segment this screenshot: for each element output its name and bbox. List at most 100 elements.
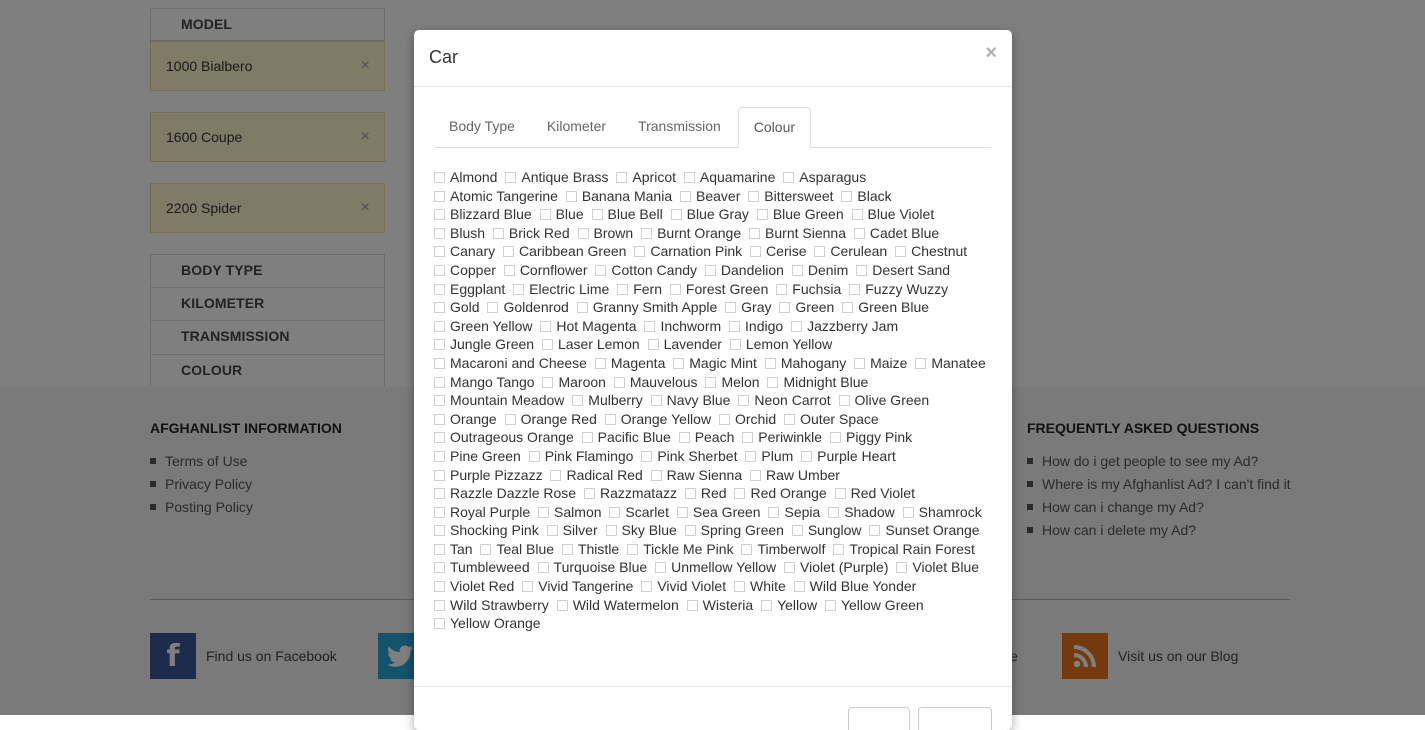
colour-checkbox[interactable]: [503, 264, 515, 276]
colour-option[interactable]: Scarlet: [609, 504, 673, 520]
colour-option[interactable]: Green Blue: [842, 299, 933, 315]
colour-option[interactable]: Radical Red: [550, 467, 646, 483]
colour-option[interactable]: Magenta: [594, 355, 669, 371]
colour-checkbox[interactable]: [434, 283, 445, 295]
colour-checkbox[interactable]: [838, 395, 850, 407]
colour-option[interactable]: Antique Brass: [505, 169, 612, 185]
colour-option[interactable]: Brick Red: [492, 225, 574, 241]
colour-checkbox[interactable]: [647, 339, 659, 351]
colour-checkbox[interactable]: [605, 525, 617, 537]
colour-checkbox[interactable]: [676, 506, 688, 518]
colour-option[interactable]: Timberwolf: [741, 541, 829, 557]
colour-checkbox[interactable]: [434, 618, 445, 630]
colour-option[interactable]: Fuzzy Wuzzy: [849, 281, 952, 297]
colour-checkbox[interactable]: [791, 320, 803, 332]
colour-checkbox[interactable]: [538, 506, 550, 518]
colour-checkbox[interactable]: [725, 302, 737, 314]
colour-checkbox[interactable]: [673, 357, 685, 369]
colour-checkbox[interactable]: [779, 302, 791, 314]
colour-option[interactable]: Plum: [745, 448, 797, 464]
colour-option[interactable]: Apricot: [616, 169, 680, 185]
colour-option[interactable]: Jazzberry Jam: [791, 318, 902, 334]
colour-checkbox[interactable]: [513, 283, 525, 295]
close-icon[interactable]: ×: [985, 42, 997, 65]
colour-option[interactable]: Sunset Orange: [869, 522, 983, 538]
colour-option[interactable]: Tumbleweed: [434, 559, 534, 575]
colour-checkbox[interactable]: [576, 302, 588, 314]
colour-checkbox[interactable]: [853, 227, 865, 239]
colour-option[interactable]: Eggplant: [434, 281, 509, 297]
colour-option[interactable]: Blue: [539, 206, 588, 222]
colour-checkbox[interactable]: [594, 357, 606, 369]
colour-option[interactable]: Blue Violet: [851, 206, 939, 222]
colour-checkbox[interactable]: [434, 543, 445, 555]
colour-option[interactable]: Copper: [434, 262, 500, 278]
colour-checkbox[interactable]: [434, 172, 445, 183]
colour-checkbox[interactable]: [634, 246, 646, 258]
colour-option[interactable]: Macaroni and Cheese: [434, 355, 591, 371]
colour-option[interactable]: Mountain Meadow: [434, 392, 568, 408]
colour-option[interactable]: Pink Flamingo: [528, 448, 638, 464]
colour-checkbox[interactable]: [577, 227, 589, 239]
colour-checkbox[interactable]: [833, 543, 845, 555]
colour-option[interactable]: Manatee: [915, 355, 989, 371]
colour-option[interactable]: Navy Blue: [650, 392, 735, 408]
colour-option[interactable]: Mauvelous: [613, 374, 702, 390]
colour-checkbox[interactable]: [684, 525, 696, 537]
colour-checkbox[interactable]: [541, 339, 553, 351]
colour-option[interactable]: Neon Carrot: [738, 392, 834, 408]
colour-checkbox[interactable]: [745, 450, 757, 462]
colour-checkbox[interactable]: [761, 599, 773, 611]
colour-option[interactable]: Pine Green: [434, 448, 525, 464]
colour-option[interactable]: Brown: [577, 225, 638, 241]
colour-checkbox[interactable]: [528, 450, 540, 462]
colour-checkbox[interactable]: [829, 432, 841, 444]
colour-checkbox[interactable]: [793, 581, 805, 593]
colour-option[interactable]: Sea Green: [676, 504, 765, 520]
colour-option[interactable]: Raw Sienna: [650, 467, 747, 483]
colour-checkbox[interactable]: [756, 209, 768, 221]
colour-checkbox[interactable]: [434, 581, 445, 593]
colour-option[interactable]: Black: [841, 188, 895, 204]
colour-option[interactable]: Spring Green: [684, 522, 788, 538]
colour-option[interactable]: Wild Blue Yonder: [793, 578, 921, 594]
colour-option[interactable]: Razzmatazz: [583, 485, 681, 501]
colour-option[interactable]: Cornflower: [503, 262, 592, 278]
colour-option[interactable]: Purple Pizzazz: [434, 467, 547, 483]
colour-option[interactable]: Unmellow Yellow: [655, 559, 780, 575]
colour-option[interactable]: Periwinkle: [742, 429, 826, 445]
colour-checkbox[interactable]: [505, 172, 517, 183]
colour-checkbox[interactable]: [669, 283, 681, 295]
colour-option[interactable]: Inchworm: [644, 318, 725, 334]
colour-checkbox[interactable]: [434, 432, 445, 444]
colour-option[interactable]: Piggy Pink: [829, 429, 916, 445]
colour-checkbox[interactable]: [434, 450, 445, 462]
colour-checkbox[interactable]: [434, 302, 445, 314]
colour-option[interactable]: Tropical Rain Forest: [833, 541, 979, 557]
colour-option[interactable]: Shamrock: [902, 504, 986, 520]
colour-option[interactable]: Goldenrod: [487, 299, 572, 315]
colour-checkbox[interactable]: [434, 506, 445, 518]
tab-transmission[interactable]: Transmission: [623, 107, 736, 146]
colour-option[interactable]: Wild Strawberry: [434, 597, 553, 613]
colour-option[interactable]: Caribbean Green: [503, 243, 630, 259]
colour-checkbox[interactable]: [718, 413, 730, 425]
colour-option[interactable]: Sky Blue: [605, 522, 681, 538]
colour-option[interactable]: Thistle: [561, 541, 623, 557]
colour-checkbox[interactable]: [434, 395, 445, 407]
colour-checkbox[interactable]: [856, 264, 868, 276]
colour-checkbox[interactable]: [750, 246, 762, 258]
colour-checkbox[interactable]: [896, 562, 908, 574]
colour-option[interactable]: Mango Tango: [434, 374, 539, 390]
colour-checkbox[interactable]: [565, 190, 577, 202]
colour-option[interactable]: Electric Lime: [513, 281, 613, 297]
colour-checkbox[interactable]: [434, 339, 445, 351]
colour-option[interactable]: Green Yellow: [434, 318, 537, 334]
colour-option[interactable]: Canary: [434, 243, 499, 259]
colour-option[interactable]: Salmon: [538, 504, 605, 520]
colour-checkbox[interactable]: [824, 599, 836, 611]
colour-checkbox[interactable]: [729, 339, 741, 351]
colour-option[interactable]: Aquamarine: [683, 169, 780, 185]
colour-checkbox[interactable]: [434, 246, 445, 258]
colour-checkbox[interactable]: [434, 376, 445, 388]
